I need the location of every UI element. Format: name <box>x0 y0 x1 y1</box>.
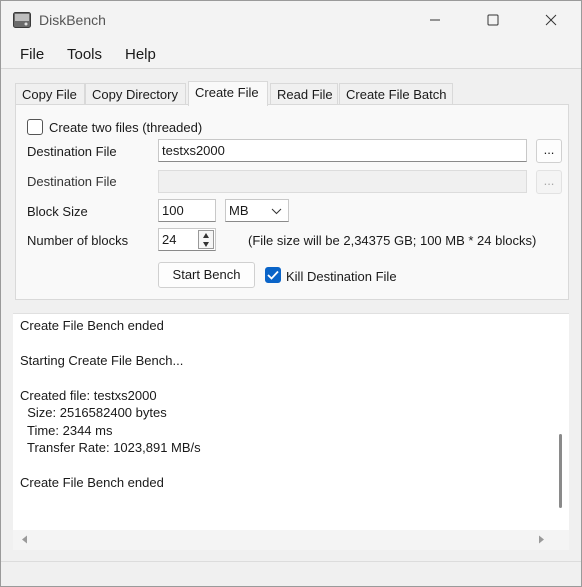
menu-bar: File Tools Help <box>1 39 581 69</box>
blocks-stepper[interactable] <box>198 230 214 249</box>
destination-file-input[interactable]: testxs2000 <box>158 139 527 162</box>
minimize-icon <box>430 19 440 21</box>
tab-copy-directory[interactable]: Copy Directory <box>85 83 186 105</box>
checkmark-icon <box>267 270 279 280</box>
close-button[interactable] <box>522 1 580 39</box>
menu-file[interactable]: File <box>20 46 44 63</box>
log-line: Starting Create File Bench... <box>20 353 184 368</box>
scroll-right-icon[interactable] <box>538 535 545 544</box>
log-line: Size: 2516582400 bytes <box>20 405 167 420</box>
browse-destination-button[interactable]: ... <box>536 139 562 163</box>
destination-file-label: Destination File <box>27 144 117 159</box>
stepper-up-icon[interactable] <box>202 232 210 239</box>
block-size-label: Block Size <box>27 204 88 219</box>
menu-help[interactable]: Help <box>125 46 156 63</box>
output-log[interactable]: Create File Bench ended Starting Create … <box>13 313 569 530</box>
horizontal-scrollbar[interactable] <box>13 530 569 550</box>
block-unit-select[interactable]: MB <box>225 199 289 222</box>
two-files-checkbox[interactable] <box>27 119 43 135</box>
window-title: DiskBench <box>39 12 106 28</box>
close-icon <box>545 14 557 26</box>
tab-create-file[interactable]: Create File <box>188 81 268 106</box>
tab-copy-file[interactable]: Copy File <box>15 83 85 105</box>
minimize-button[interactable] <box>406 1 464 39</box>
log-line: Create File Bench ended <box>20 318 164 333</box>
app-window: DiskBench File Tools Help Copy File Copy… <box>0 0 582 587</box>
log-line: Created file: testxs2000 <box>20 388 157 403</box>
vertical-scrollbar-thumb[interactable] <box>559 434 562 508</box>
two-files-label: Create two files (threaded) <box>49 120 203 135</box>
log-line: Create File Bench ended <box>20 475 164 490</box>
block-size-input[interactable]: 100 <box>158 199 216 222</box>
destination-file-2-input[interactable] <box>158 170 527 193</box>
number-of-blocks-label: Number of blocks <box>27 233 129 248</box>
block-unit-value: MB <box>229 203 249 218</box>
stepper-down-icon[interactable] <box>202 241 210 248</box>
number-of-blocks-value: 24 <box>162 232 177 247</box>
maximize-button[interactable] <box>464 1 522 39</box>
title-bar: DiskBench <box>1 1 581 39</box>
log-line: Transfer Rate: 1023,891 MB/s <box>20 440 201 455</box>
status-bar <box>1 561 581 586</box>
kill-destination-checkbox[interactable] <box>265 267 281 283</box>
log-line: Time: 2344 ms <box>20 423 113 438</box>
tab-read-file[interactable]: Read File <box>270 83 338 105</box>
number-of-blocks-input[interactable]: 24 <box>158 228 216 251</box>
disk-app-icon <box>13 12 31 28</box>
destination-file-2-label: Destination File <box>27 174 117 189</box>
browse-destination-2-button[interactable]: ... <box>536 170 562 194</box>
kill-destination-label: Kill Destination File <box>286 269 397 284</box>
chevron-down-icon <box>271 208 282 215</box>
scroll-left-icon[interactable] <box>21 535 28 544</box>
start-bench-button[interactable]: Start Bench <box>158 262 255 288</box>
create-file-panel: Create two files (threaded) Destination … <box>15 104 569 300</box>
file-size-info: (File size will be 2,34375 GB; 100 MB * … <box>248 233 537 248</box>
tab-create-file-batch[interactable]: Create File Batch <box>339 83 453 105</box>
menu-tools[interactable]: Tools <box>67 46 102 63</box>
maximize-icon <box>487 14 499 26</box>
